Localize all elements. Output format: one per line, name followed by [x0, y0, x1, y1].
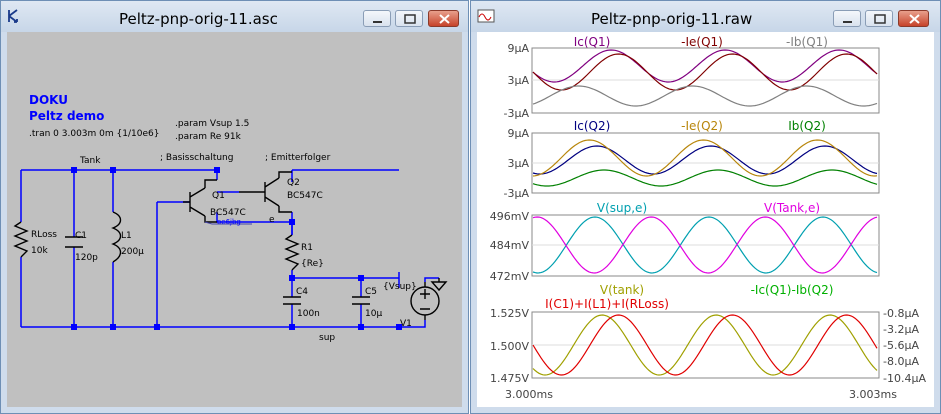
trace-label-ie-q1[interactable]: -Ie(Q1) [681, 35, 723, 49]
sup-netlabel: sup [319, 333, 335, 343]
ytick: 472mV [490, 270, 530, 283]
ytick: 1.475V [490, 372, 529, 385]
wires [20, 169, 439, 328]
emitterfolger-comment: ; Emitterfolger [265, 153, 331, 163]
q2-label: Q2 [287, 178, 300, 188]
trace-label-v-sup-e[interactable]: V(sup,e) [597, 201, 647, 215]
ltspice-schematic-icon [8, 9, 18, 23]
node-e-label: e [269, 215, 275, 225]
window-title: Peltz-pnp-orig-11.asc [119, 10, 278, 28]
c5-value: 10µ [365, 309, 382, 319]
param-re[interactable]: .param Re 91k [175, 132, 242, 142]
ytick-right: -10.4µA [883, 372, 926, 385]
maximize-icon [404, 14, 416, 24]
tran-directive[interactable]: .tran 0 3.003m 0m {1/10e6} [29, 129, 159, 139]
ytick: 484mV [490, 239, 530, 252]
ytick: 9µA [507, 42, 529, 55]
rloss-value: 10k [31, 246, 48, 256]
waveform-traces [532, 49, 878, 376]
close-button[interactable] [898, 10, 929, 27]
xtick: 3.000ms [505, 388, 553, 401]
q1-label: Q1 [212, 191, 225, 201]
r1-label: R1 [301, 243, 313, 253]
c4-label: C4 [296, 287, 308, 297]
l1-value: 200µ [121, 247, 144, 257]
ytick-right: -8.0µA [883, 355, 919, 368]
trace-label-ie-q2[interactable]: -Ie(Q2) [681, 119, 723, 133]
minimize-icon [373, 21, 382, 23]
plot-canvas[interactable]: Ic(Q1) -Ie(Q1) -Ib(Q1) Ic(Q2) -Ie(Q2) Ib… [477, 32, 934, 407]
close-icon [439, 14, 450, 24]
minimize-icon [843, 21, 852, 23]
ytick: 9µA [507, 127, 529, 140]
trace-ib-q2 [532, 169, 878, 187]
peltz-label: Peltz demo [29, 109, 104, 123]
waveform-titlebar[interactable]: Peltz-pnp-orig-11.raw [471, 1, 940, 32]
schematic-titlebar[interactable]: Peltz-pnp-orig-11.asc [1, 1, 468, 32]
ytick-right: -5.6µA [883, 339, 919, 352]
maximize-icon [874, 14, 886, 24]
schematic-drawing[interactable]: DOKU Peltz demo .tran 0 3.003m 0m {1/10e… [7, 32, 462, 407]
ytick: 1.500V [490, 340, 529, 353]
q1-model: BC547C [210, 208, 246, 218]
window-title: Peltz-pnp-orig-11.raw [591, 10, 753, 28]
q2-model: BC547C [287, 191, 323, 201]
trace-label-ib-q2[interactable]: Ib(Q2) [788, 119, 826, 133]
waveform-viewer-icon [477, 9, 495, 23]
schematic-canvas[interactable]: DOKU Peltz demo .tran 0 3.003m 0m {1/10e… [7, 32, 462, 407]
minimize-button[interactable] [833, 10, 861, 27]
ytick: -3µA [504, 187, 530, 200]
param-vsup[interactable]: .param Vsup 1.5 [175, 119, 249, 129]
rloss-label: RLoss [31, 230, 57, 240]
v1-label: V1 [400, 319, 412, 329]
trace-label-ic-q1[interactable]: Ic(Q1) [574, 35, 611, 49]
ytick: 1.525V [490, 307, 529, 320]
ytick: 3µA [507, 157, 529, 170]
maximize-button[interactable] [395, 10, 423, 27]
trace-label-sum-currents[interactable]: I(C1)+I(L1)+I(RLoss) [545, 297, 669, 311]
trace-label-ic-q1-ib-q2[interactable]: -Ic(Q1)-Ib(Q2) [751, 283, 834, 297]
trace-ic-q2 [532, 145, 878, 175]
minimize-button[interactable] [363, 10, 391, 27]
tank-netlabel: Tank [79, 156, 101, 166]
trace-ib-q1 [532, 85, 878, 107]
q1-note: oe6jbg [217, 218, 241, 226]
trace-label-v-tank-e[interactable]: V(Tank,e) [764, 201, 820, 215]
trace-label-ic-q2[interactable]: Ic(Q2) [574, 119, 611, 133]
schematic-window[interactable]: Peltz-pnp-orig-11.asc DOKU Peltz demo .t… [0, 0, 469, 414]
c5-label: C5 [365, 287, 377, 297]
ytick-right: -0.8µA [883, 307, 919, 320]
ytick: 3µA [507, 74, 529, 87]
components [13, 171, 448, 320]
c1-value: 120p [75, 253, 98, 263]
trace-label-v-tank[interactable]: V(tank) [600, 283, 644, 297]
doku-label: DOKU [29, 93, 68, 107]
ytick: -3µA [504, 107, 530, 120]
basisschaltung-comment: ; Basisschaltung [160, 153, 233, 163]
c4-value: 100n [297, 309, 320, 319]
r1-value: {Re} [301, 259, 324, 269]
ytick: 496mV [490, 210, 530, 223]
waveform-window[interactable]: Peltz-pnp-orig-11.raw Ic(Q1) -Ie(Q1) -Ib… [470, 0, 941, 414]
waveform-plot[interactable]: Ic(Q1) -Ie(Q1) -Ib(Q1) Ic(Q2) -Ie(Q2) Ib… [477, 32, 934, 407]
xtick: 3.003ms [849, 388, 897, 401]
c1-label: C1 [75, 231, 87, 241]
ytick-right: -3.2µA [883, 323, 919, 336]
close-button[interactable] [428, 10, 459, 27]
maximize-button[interactable] [865, 10, 893, 27]
trace-label-ib-q1[interactable]: -Ib(Q1) [786, 35, 828, 49]
close-icon [909, 14, 920, 24]
vsup-value: {Vsup} [383, 282, 417, 292]
l1-label: L1 [121, 231, 132, 241]
